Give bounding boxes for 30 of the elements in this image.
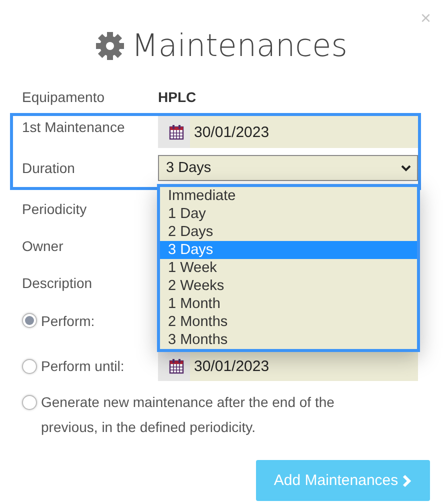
- field-value: HPLC: [158, 89, 196, 105]
- date-field[interactable]: 30/01/2023: [158, 351, 418, 381]
- dropdown-option[interactable]: Immediate: [160, 187, 417, 205]
- dropdown-option[interactable]: 1 Day: [160, 205, 417, 223]
- field-label: 1st Maintenance: [22, 118, 126, 135]
- dialog-title: Maintenances: [132, 28, 348, 64]
- dropdown-option[interactable]: 1 Week: [160, 259, 417, 277]
- radio-button[interactable]: [22, 358, 37, 374]
- dropdown-option[interactable]: 1 Month: [160, 295, 417, 313]
- date-field[interactable]: 30/01/2023: [158, 116, 418, 148]
- field-label: Periodicity: [22, 200, 88, 216]
- chevron-icon: [401, 164, 411, 172]
- chevron-right-icon: [402, 474, 412, 488]
- dropdown-option[interactable]: 2 Days: [160, 223, 417, 241]
- calendar-icon: [168, 124, 184, 140]
- field-label: Owner: [22, 238, 64, 254]
- calendar-icon: [168, 358, 184, 374]
- dropdown-option[interactable]: 2 Weeks: [160, 277, 417, 295]
- radio-label: Perform until:: [41, 358, 124, 374]
- field-label: Duration: [22, 160, 76, 176]
- dropdown-option[interactable]: 2 Months: [160, 313, 417, 331]
- gear-icon: [96, 32, 124, 60]
- dropdown-option[interactable]: 3 Months: [160, 331, 417, 349]
- radio-button[interactable]: [22, 395, 37, 410]
- duration-select[interactable]: 3 Days: [158, 155, 418, 181]
- radio-label: Generate new maintenance after the end of the previous, in the defined periodicity.: [41, 393, 336, 437]
- field-label: Equipamento: [22, 89, 106, 105]
- radio-label: Perform:: [41, 312, 95, 328]
- field-label: Description: [22, 275, 94, 291]
- radio-button[interactable]: [22, 313, 37, 328]
